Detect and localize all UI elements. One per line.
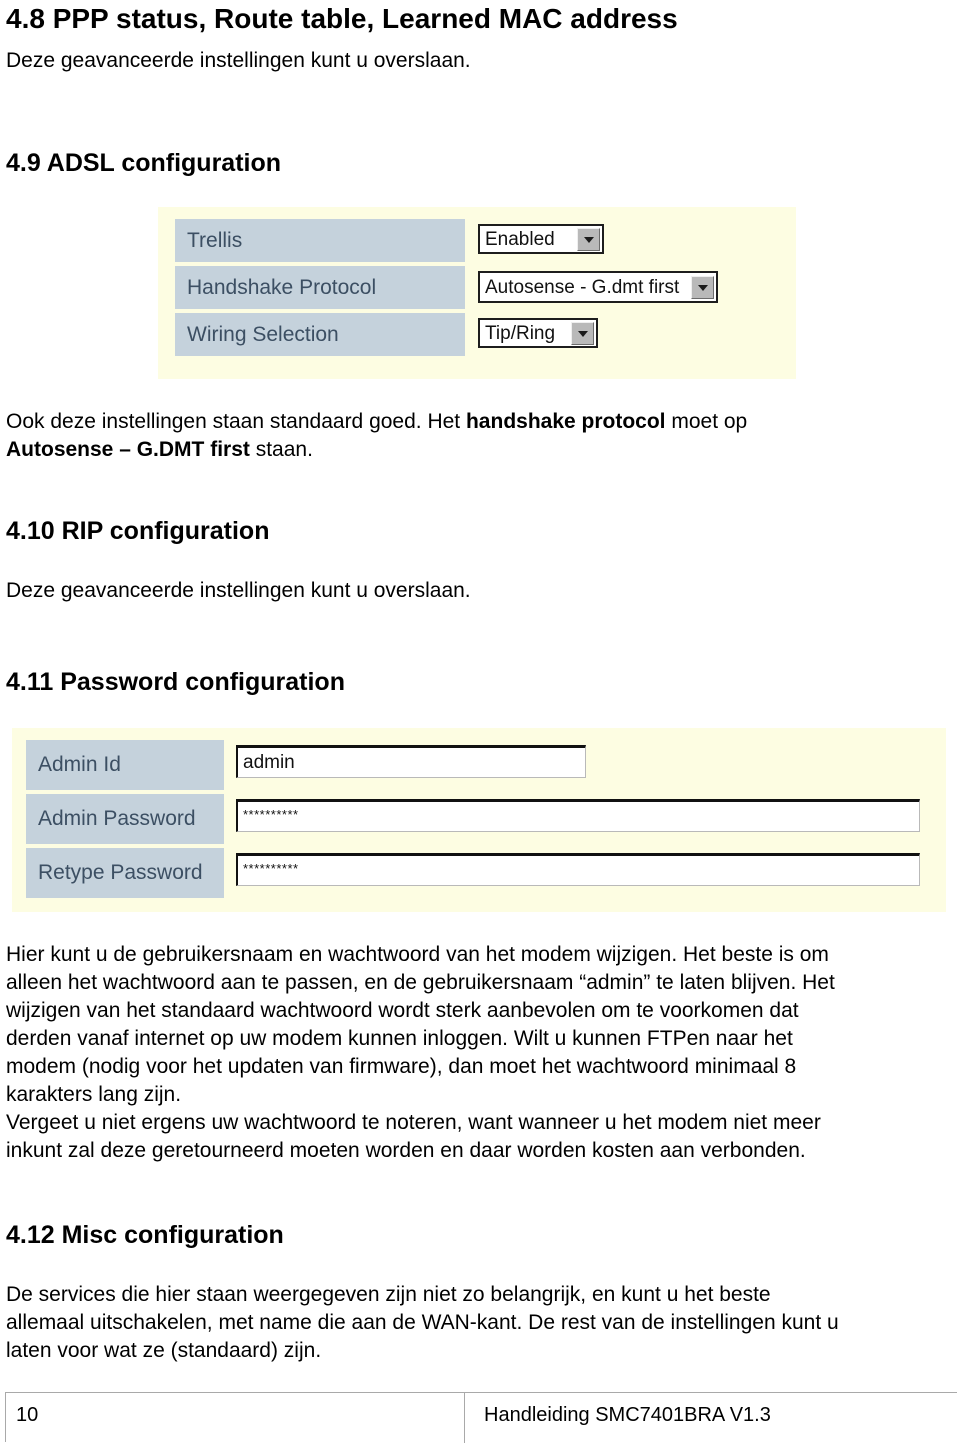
password-note-line1: Hier kunt u de gebruikersnaam en wachtwo… <box>6 943 829 966</box>
adsl-label-wiring-selection: Wiring Selection <box>175 313 465 356</box>
paragraph-4-11: Hier kunt u de gebruikersnaam en wachtwo… <box>6 941 952 1165</box>
misc-note-line2: allemaal uitschakelen, met name die aan … <box>6 1311 839 1334</box>
page-footer: 10 Handleiding SMC7401BRA V1.3 <box>5 1392 957 1443</box>
adsl-note-handshake-bold: handshake protocol <box>465 410 666 433</box>
heading-4-11: 4.11 Password configuration <box>6 668 345 696</box>
paragraph-4-8: Deze geavanceerde instellingen kunt u ov… <box>6 49 471 72</box>
adsl-note-line2-post: staan. <box>249 438 313 461</box>
document-page: 4.8 PPP status, Route table, Learned MAC… <box>0 0 960 1444</box>
heading-4-8: 4.8 PPP status, Route table, Learned MAC… <box>6 3 678 34</box>
password-label-retype-password: Retype Password <box>26 848 224 898</box>
admin-password-field[interactable]: ********** <box>236 799 920 832</box>
adsl-label-trellis: Trellis <box>175 219 465 262</box>
adsl-note-line1-post: moet op <box>665 410 748 433</box>
password-label-admin-password: Admin Password <box>26 794 224 844</box>
adsl-dropdown-handshake-protocol-value: Autosense - G.dmt first <box>485 276 680 298</box>
misc-note-line3: laten voor wat ze (standaard) zijn. <box>6 1339 322 1362</box>
password-label-admin-id: Admin Id <box>26 740 224 790</box>
adsl-dropdown-handshake-protocol[interactable]: Autosense - G.dmt first <box>478 271 718 303</box>
chevron-down-icon <box>577 227 600 251</box>
paragraph-4-10: Deze geavanceerde instellingen kunt u ov… <box>6 579 471 602</box>
paragraph-4-12: De services die hier staan weergegeven z… <box>6 1281 952 1365</box>
password-note-line7: Vergeet u niet ergens uw wachtwoord te n… <box>6 1111 821 1134</box>
password-note-line8: inkunt zal deze geretourneerd moeten wor… <box>6 1139 806 1162</box>
password-note-line5: modem (nodig voor het updaten van firmwa… <box>6 1055 797 1078</box>
password-note-line6: karakters lang zijn. <box>6 1083 182 1106</box>
password-note-line2: alleen het wachtwoord aan te passen, en … <box>6 971 835 994</box>
paragraph-4-9: Ook deze instellingen staan standaard go… <box>6 408 946 464</box>
heading-4-9: 4.9 ADSL configuration <box>6 149 282 177</box>
adsl-dropdown-trellis[interactable]: Enabled <box>478 224 604 254</box>
adsl-note-line1-pre: Ook deze instellingen staan standaard go… <box>6 410 466 433</box>
adsl-label-handshake-protocol: Handshake Protocol <box>175 266 465 309</box>
chevron-down-icon <box>571 321 594 345</box>
adsl-dropdown-trellis-value: Enabled <box>485 228 555 250</box>
adsl-configuration-screenshot: Trellis Enabled Handshake Protocol Autos… <box>158 207 796 379</box>
retype-password-field[interactable]: ********** <box>236 853 920 886</box>
adsl-dropdown-wiring-selection-value: Tip/Ring <box>485 322 556 344</box>
heading-4-10: 4.10 RIP configuration <box>6 517 270 545</box>
footer-page-number: 10 <box>16 1404 39 1426</box>
adsl-note-autosense-bold: Autosense – G.DMT first <box>6 438 250 461</box>
password-configuration-screenshot: Admin Id admin Admin Password **********… <box>12 728 946 912</box>
chevron-down-icon <box>691 275 714 299</box>
heading-4-12: 4.12 Misc configuration <box>6 1221 284 1249</box>
footer-divider <box>464 1393 465 1443</box>
footer-document-title: Handleiding SMC7401BRA V1.3 <box>484 1404 771 1426</box>
adsl-dropdown-wiring-selection[interactable]: Tip/Ring <box>478 318 598 348</box>
admin-id-field[interactable]: admin <box>236 745 586 778</box>
password-note-line3: wijzigen van het standaard wachtwoord wo… <box>6 999 799 1022</box>
misc-note-line1: De services die hier staan weergegeven z… <box>6 1283 771 1306</box>
password-note-line4: derden vanaf internet op uw modem kunnen… <box>6 1027 793 1050</box>
